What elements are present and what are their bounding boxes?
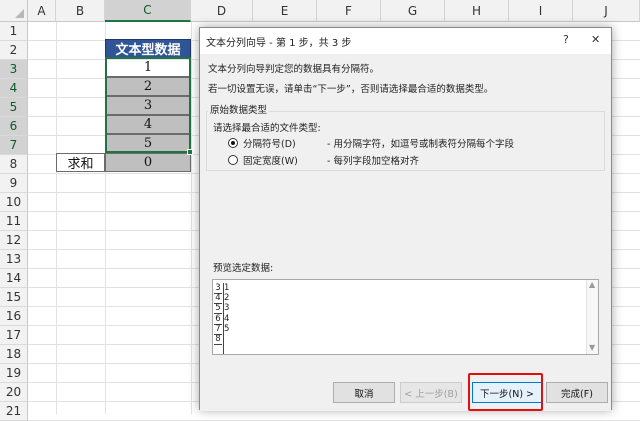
text-to-columns-dialog: 文本分列向导 - 第 1 步，共 3 步 ? ✕ 文本分列向导判定您的数据具有分… — [199, 27, 612, 411]
delimited-option-desc: - 用分隔字符，如逗号或制表符分隔每个字段 — [327, 139, 514, 150]
row-header-13[interactable]: 13 — [0, 250, 28, 269]
preview-row-value: 4 — [224, 314, 230, 324]
next-button-highlight — [468, 373, 543, 411]
column-header-g[interactable]: G — [381, 0, 445, 22]
cell-c4[interactable]: 2 — [105, 77, 191, 96]
preview-row-value: 1 — [224, 283, 230, 293]
cell-c6[interactable]: 4 — [105, 115, 191, 134]
row-header-12[interactable]: 12 — [0, 231, 28, 250]
row-header-7[interactable]: 7 — [0, 136, 28, 155]
cell-c5[interactable]: 3 — [105, 96, 191, 115]
delimited-option-label[interactable]: 分隔符号(D) — [243, 136, 296, 150]
back-button[interactable]: < 上一步(B) — [400, 382, 462, 403]
fixed-width-option-desc: - 每列字段加空格对齐 — [327, 156, 419, 167]
column-header-j[interactable]: J — [573, 0, 640, 22]
row-header-8[interactable]: 8 — [0, 155, 28, 174]
column-header-c[interactable]: C — [105, 0, 191, 22]
scroll-down-icon[interactable]: ▼ — [589, 343, 595, 352]
row-header-17[interactable]: 17 — [0, 326, 28, 345]
row-header-20[interactable]: 20 — [0, 383, 28, 402]
header-cell-text-data[interactable]: 文本型数据 — [105, 39, 191, 58]
preview-label: 预览选定数据: — [213, 263, 274, 274]
row-header-3[interactable]: 3 — [0, 60, 28, 79]
row-header-16[interactable]: 16 — [0, 307, 28, 326]
row-header-4[interactable]: 4 — [0, 79, 28, 98]
column-header-f[interactable]: F — [317, 0, 381, 22]
row-header-5[interactable]: 5 — [0, 98, 28, 117]
row-header-10[interactable]: 10 — [0, 193, 28, 212]
close-icon[interactable]: ✕ — [591, 33, 600, 46]
preview-row-value: 5 — [224, 324, 230, 334]
column-header-d[interactable]: D — [191, 0, 253, 22]
dialog-title: 文本分列向导 - 第 1 步，共 3 步 — [206, 37, 352, 49]
sum-label-cell[interactable]: 求和 — [56, 153, 105, 172]
data-type-group-label: 原始数据类型 — [208, 102, 270, 116]
row-header-6[interactable]: 6 — [0, 117, 28, 136]
cell-c7[interactable]: 5 — [105, 134, 191, 153]
column-header-e[interactable]: E — [253, 0, 317, 22]
row-header-9[interactable]: 9 — [0, 174, 28, 193]
preview-row-value: 3 — [224, 303, 230, 313]
preview-scrollbar[interactable]: ▲ ▼ — [586, 280, 598, 354]
column-header-i[interactable]: I — [509, 0, 573, 22]
row-header-11[interactable]: 11 — [0, 212, 28, 231]
cancel-button[interactable]: 取消 — [333, 382, 395, 403]
choose-type-label: 请选择最合适的文件类型: — [213, 123, 321, 134]
preview-row-value: 2 — [224, 293, 230, 303]
fixed-width-radio[interactable] — [228, 155, 238, 165]
dialog-title-bar[interactable]: 文本分列向导 - 第 1 步，共 3 步 — [200, 28, 611, 54]
row-header-19[interactable]: 19 — [0, 364, 28, 383]
wizard-instruction-text: 若一切设置无误，请单击“下一步”，否则请选择最合适的数据类型。 — [208, 84, 494, 95]
scroll-up-icon[interactable]: ▲ — [589, 280, 595, 289]
row-header-2[interactable]: 2 — [0, 41, 28, 60]
column-header-b[interactable]: B — [56, 0, 105, 22]
sum-value-cell[interactable]: 0 — [105, 153, 191, 172]
cell-c3[interactable]: 1 — [105, 58, 191, 77]
preview-row-number: 5 — [214, 303, 222, 315]
delimited-radio[interactable] — [228, 138, 238, 148]
row-header-15[interactable]: 15 — [0, 288, 28, 307]
column-header-h[interactable]: H — [445, 0, 509, 22]
select-all-corner[interactable] — [0, 0, 28, 22]
column-header-a[interactable]: A — [28, 0, 56, 22]
help-icon[interactable]: ? — [563, 33, 569, 46]
row-header-18[interactable]: 18 — [0, 345, 28, 364]
fixed-width-option-label[interactable]: 固定宽度(W) — [243, 153, 298, 167]
preview-row-number: 8 — [214, 334, 222, 346]
row-header-1[interactable]: 1 — [0, 22, 28, 41]
row-header-21[interactable]: 21 — [0, 402, 28, 421]
fill-handle[interactable] — [187, 149, 193, 155]
row-header-14[interactable]: 14 — [0, 269, 28, 288]
wizard-intro-text: 文本分列向导判定您的数据具有分隔符。 — [208, 64, 380, 75]
finish-button[interactable]: 完成(F) — [546, 382, 608, 403]
preview-box[interactable]: 3 1 4 2 5 3 6 4 7 5 8 ▲ ▼ — [212, 279, 599, 355]
